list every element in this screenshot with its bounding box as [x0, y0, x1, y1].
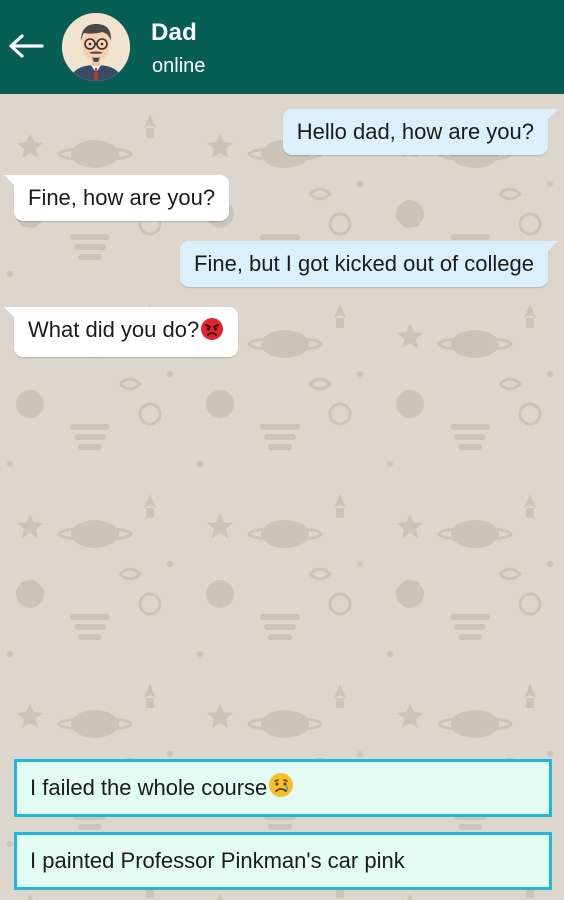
message-text: Hello dad, how are you?: [296, 119, 534, 144]
chat-header: Dad online: [0, 0, 564, 94]
message-text: What did you do?: [28, 317, 200, 342]
contact-status: online: [152, 55, 206, 77]
message-bubble: What did you do?: [3, 307, 239, 357]
avatar[interactable]: [62, 13, 130, 81]
sad-face-icon: [268, 772, 294, 804]
reply-choice-text: I painted Professor Pinkman's car pink: [30, 848, 405, 873]
back-button[interactable]: [6, 28, 46, 64]
message-bubble: Hello dad, how are you?: [282, 109, 559, 155]
angry-face-icon: [200, 317, 224, 347]
message-text: Fine, how are you?: [28, 185, 216, 210]
man-with-glasses-avatar: [62, 13, 130, 81]
message-text: Fine, but I got kicked out of college: [194, 251, 534, 276]
reply-choice-button[interactable]: I painted Professor Pinkman's car pink: [14, 832, 552, 890]
arrow-left-icon: [9, 34, 44, 58]
reply-choice-button[interactable]: I failed the whole course: [14, 759, 552, 817]
contact-name: Dad: [151, 19, 197, 46]
reply-choice-text: I failed the whole course: [30, 775, 268, 800]
message-bubble: Fine, but I got kicked out of college: [180, 241, 558, 287]
message-bubble: Fine, how are you?: [3, 175, 230, 221]
